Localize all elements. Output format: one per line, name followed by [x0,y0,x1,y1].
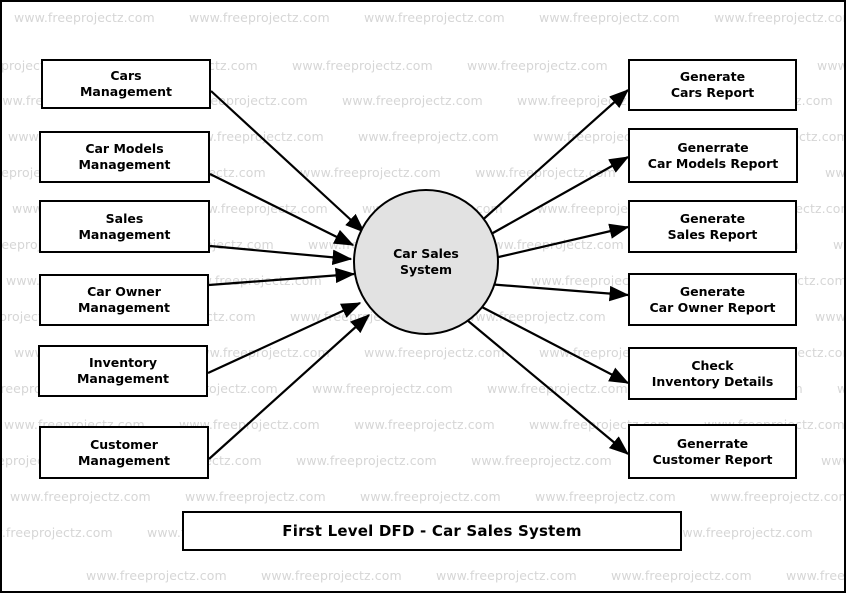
watermark-text: www.freeprojectz.com [300,165,441,180]
flow-car-models-management-to-process [209,173,355,246]
watermark-text: www.freeprojectz.com [672,525,813,540]
entity-label: Generrate Customer Report [652,435,773,467]
watermark-text: www.freeprojectz.com [10,489,151,504]
watermark-text: www.freeprojectz.com [187,201,328,216]
watermark-text: www.freeprojectz.com [710,489,846,504]
entity-box-customer-management[interactable]: Customer Management [39,426,209,479]
flow-process-to-generate-car-owner-report [486,282,630,302]
entity-label: Car Owner Management [77,284,170,315]
watermark-text: www.freeprojectz.com [185,489,326,504]
watermark-text: www.freeprojectz.com [837,381,844,396]
watermark-text: www.freeprojectz.com [465,309,606,324]
flow-cars-management-to-process [210,90,365,233]
entity-box-car-owner-management[interactable]: Car Owner Management [39,274,209,326]
watermark-row: www.freeprojectz.com www.freeprojectz.com… [86,568,845,583]
watermark-text: www.freeprojectz.com [833,237,844,252]
diagram-title-bar: First Level DFD - Car Sales System [182,511,682,551]
flow-process-to-generate-sales-report [489,223,630,261]
process-car-sales-system[interactable]: Car Sales System [353,189,499,335]
flow-process-to-generate-cars-report [477,89,629,225]
watermark-text: www.freeprojectz.com [436,568,577,583]
entity-label: Check Inventory Details [651,357,774,389]
flow-sales-management-to-process [209,244,353,265]
watermark-row: www.freeprojectz.com www.freeprojectz.com… [14,10,846,25]
entity-label: Inventory Management [76,355,169,386]
watermark-text: www.freeprojectz.com [786,568,845,583]
entity-box-car-models-management[interactable]: Car Models Management [39,131,210,183]
process-label: Car Sales System [393,245,459,277]
watermark-text: www.freeprojectz.com [189,10,330,25]
flow-process-to-generrate-car-models-report [483,156,630,239]
watermark-text: www.freeprojectz.com [189,345,330,360]
watermark-text: www.freeprojectz.com [611,568,752,583]
watermark-text: www.freeprojectz.com [817,58,846,73]
watermark-text: www.freeprojectz.com [714,10,846,25]
watermark-text: www.freeprojectz.com [14,10,155,25]
watermark-text: www.freeprojectz.com [535,489,676,504]
watermark-text: www.freeprojectz.com [292,58,433,73]
entity-box-inventory-management[interactable]: Inventory Management [38,345,208,397]
entity-box-generate-car-owner-report[interactable]: Generate Car Owner Report [628,273,797,326]
watermark-text: www.freeprojectz.com [821,453,844,468]
entity-label: Generrate Car Models Report [647,139,779,171]
entity-box-cars-management[interactable]: Cars Management [41,59,211,109]
watermark-text: www.freeprojectz.com [354,417,495,432]
watermark-text: www.freeprojectz.com [312,381,453,396]
diagram-title: First Level DFD - Car Sales System [282,522,582,540]
watermark-text: www.freeprojectz.com [358,129,499,144]
entity-box-generrate-car-models-report[interactable]: Generrate Car Models Report [628,128,798,183]
watermark-text: www.freeprojectz.com [86,568,227,583]
flow-process-to-generrate-customer-report [466,319,630,455]
entity-label: Customer Management [77,436,170,468]
watermark-text: www.freeprojectz.com [342,93,483,108]
flow-process-to-check-inventory-details [477,304,630,384]
watermark-text: www.freeprojectz.com [364,10,505,25]
watermark-text: www.freeprojectz.com [467,58,608,73]
entity-box-generate-cars-report[interactable]: Generate Cars Report [628,59,797,111]
entity-box-sales-management[interactable]: Sales Management [39,200,210,253]
watermark-text: www.freeprojectz.com [296,453,437,468]
entity-box-generate-sales-report[interactable]: Generate Sales Report [628,200,797,253]
input-flow-group [207,90,370,460]
entity-label: Generate Cars Report [670,69,755,100]
watermark-text: www.freeprojectz.com [471,453,612,468]
flow-inventory-management-to-process [207,302,362,374]
dfd-diagram-canvas: www.freeprojectz.com www.freeprojectz.com… [0,0,846,593]
entity-box-generrate-customer-report[interactable]: Generrate Customer Report [628,424,797,479]
flow-customer-management-to-process [208,314,370,460]
entity-label: Generate Car Owner Report [649,283,776,315]
watermark-text: www.freeprojectz.com [364,345,505,360]
entity-label: Generate Sales Report [667,210,758,242]
watermark-text: www.freeprojectz.com [475,165,616,180]
entity-label: Sales Management [78,210,171,242]
entity-label: Cars Management [79,68,172,99]
flow-car-owner-management-to-process [208,267,356,287]
watermark-text: www.freeprojectz.com [815,309,845,324]
watermark-text: www.freeprojectz.com [261,568,402,583]
entity-box-check-inventory-details[interactable]: Check Inventory Details [628,347,797,400]
watermark-text: www.freeprojectz.com [825,165,846,180]
entity-label: Car Models Management [78,141,171,172]
watermark-text: www.freeprojectz.com [2,525,113,540]
watermark-text: www.freeprojectz.com [539,10,680,25]
watermark-text: www.freeprojectz.com [360,489,501,504]
watermark-row: www.freeprojectz.com www.freeprojectz.com… [10,489,846,504]
